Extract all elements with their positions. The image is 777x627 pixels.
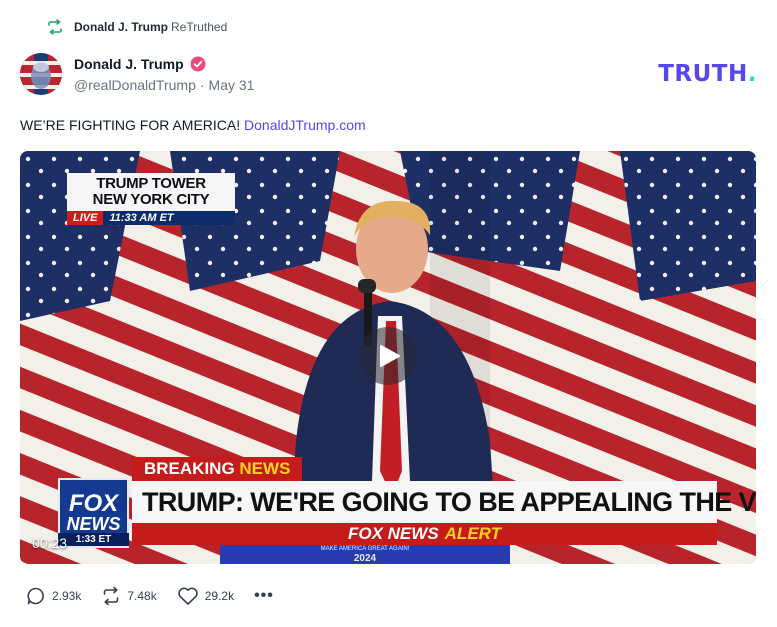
location-line-2: NEW YORK CITY bbox=[92, 191, 210, 208]
reply-count: 2.93k bbox=[52, 589, 82, 603]
live-badge: LIVE bbox=[67, 211, 104, 225]
more-options-button[interactable]: ••• bbox=[254, 587, 274, 605]
author-meta: @realDonaldTrump · May 31 bbox=[74, 77, 254, 93]
breaking-news-tag: BREAKING NEWS bbox=[132, 457, 303, 481]
video-duration: 00:23 bbox=[32, 535, 68, 551]
verified-badge-icon bbox=[190, 56, 206, 71]
network-logo-line-1: FOX bbox=[68, 490, 119, 517]
heart-icon bbox=[177, 587, 198, 605]
video-player[interactable]: TRUMP TOWER NEW YORK CITY LIVE 11:33 AM … bbox=[20, 151, 756, 564]
avatar[interactable] bbox=[20, 53, 62, 95]
headline-chyron: TRUMP: WE'RE GOING TO BE APPEALING THE V… bbox=[132, 481, 756, 523]
breaking-label: BREAKING bbox=[144, 459, 235, 478]
alert-network: FOX NEWS bbox=[347, 524, 439, 543]
retruth-author[interactable]: Donald J. Trump bbox=[74, 20, 168, 34]
network-time: 1:33 ET bbox=[58, 533, 129, 546]
podium-slogan: MAKE AMERICA GREAT AGAIN! bbox=[320, 546, 410, 552]
post-body: WE’RE FIGHTING FOR AMERICA! DonaldJTrump… bbox=[20, 117, 366, 133]
reply-button[interactable]: 2.93k bbox=[26, 586, 81, 606]
play-button[interactable] bbox=[359, 327, 417, 385]
post-date[interactable]: May 31 bbox=[209, 77, 255, 93]
post-actions: 2.93k 7.48k 29.2k ••• bbox=[26, 586, 274, 606]
podium-year: 2024 bbox=[353, 553, 377, 564]
podium-sign: MAKE AMERICA GREAT AGAIN! 2024 bbox=[220, 545, 510, 564]
network-logo-line-2: NEWS bbox=[66, 514, 121, 534]
retruth-header: Donald J. Trump ReTruthed bbox=[46, 19, 227, 35]
alert-label: ALERT bbox=[444, 524, 502, 543]
retruth-count: 7.48k bbox=[127, 589, 157, 603]
play-icon bbox=[380, 345, 400, 367]
retruth-button[interactable]: 7.48k bbox=[101, 586, 157, 606]
reply-icon bbox=[27, 587, 44, 605]
alert-bar: FOX NEWS ALERT bbox=[132, 523, 717, 545]
meta-separator: · bbox=[199, 76, 205, 93]
post-author: Donald J. Trump @realDonaldTrump · May 31 bbox=[20, 53, 254, 95]
like-button[interactable]: 29.2k bbox=[177, 586, 234, 606]
truth-social-logo[interactable]: TRUTH. bbox=[658, 61, 757, 87]
retruth-icon bbox=[104, 586, 119, 606]
live-time: 11:33 AM ET bbox=[109, 212, 174, 224]
author-display-name[interactable]: Donald J. Trump bbox=[74, 56, 184, 72]
breaking-news-label: NEWS bbox=[239, 459, 291, 478]
post-link[interactable]: DonaldJTrump.com bbox=[244, 117, 366, 133]
post-text: WE’RE FIGHTING FOR AMERICA! bbox=[20, 117, 241, 133]
logo-dot: . bbox=[747, 61, 757, 87]
author-handle[interactable]: @realDonaldTrump bbox=[74, 77, 196, 93]
retruth-label: ReTruthed bbox=[171, 20, 228, 34]
location-chyron: TRUMP TOWER NEW YORK CITY LIVE 11:33 AM … bbox=[67, 173, 235, 225]
retruth-icon bbox=[48, 19, 62, 35]
like-count: 29.2k bbox=[204, 589, 235, 603]
logo-text: TRUTH bbox=[658, 61, 748, 87]
location-line-1: TRUMP TOWER bbox=[96, 175, 206, 192]
